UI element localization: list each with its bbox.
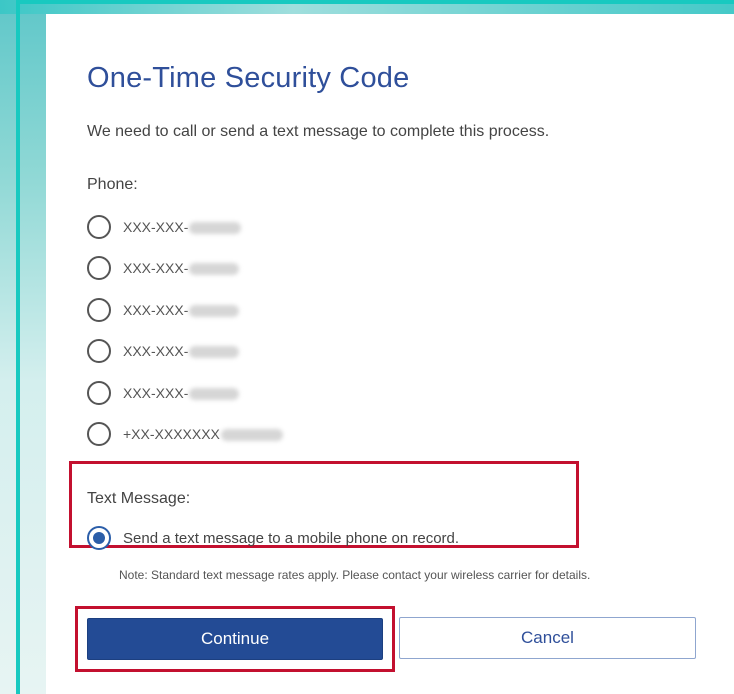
phone-option-5[interactable]: XXX-XXX- — [87, 379, 507, 407]
redacted-digits — [189, 346, 240, 359]
intro-text: We need to call or send a text message t… — [87, 123, 550, 140]
phone-option-label: +XX-XXXXXXX — [123, 426, 283, 442]
phone-section-label: Phone: — [87, 176, 138, 193]
security-code-dialog: One-Time Security Code We need to call o… — [46, 14, 734, 694]
frame-border-top — [16, 0, 734, 4]
radio-button[interactable] — [87, 215, 111, 239]
text-message-option-label: Send a text message to a mobile phone on… — [123, 529, 460, 547]
radio-button[interactable] — [87, 339, 111, 363]
rates-note: Note: Standard text message rates apply.… — [119, 568, 591, 582]
phone-option-label: XXX-XXX- — [123, 219, 242, 235]
continue-button[interactable]: Continue — [87, 618, 383, 660]
phone-option-1[interactable]: XXX-XXX- — [87, 213, 507, 241]
phone-option-3[interactable]: XXX-XXX- — [87, 296, 507, 324]
phone-option-2[interactable]: XXX-XXX- — [87, 254, 507, 282]
background-panel-left — [0, 0, 52, 694]
cancel-button[interactable]: Cancel — [399, 617, 696, 659]
page-title: One-Time Security Code — [87, 62, 410, 94]
phone-option-label: XXX-XXX- — [123, 385, 240, 401]
redacted-digits — [189, 305, 240, 318]
redacted-digits — [189, 263, 240, 276]
phone-option-label: XXX-XXX- — [123, 260, 240, 276]
radio-selected-dot — [93, 532, 105, 544]
frame-border-left — [16, 0, 20, 694]
text-message-option[interactable]: Send a text message to a mobile phone on… — [87, 524, 567, 552]
text-message-section-label: Text Message: — [87, 490, 191, 507]
phone-option-4[interactable]: XXX-XXX- — [87, 337, 507, 365]
radio-button[interactable] — [87, 422, 111, 446]
radio-button[interactable] — [87, 381, 111, 405]
radio-button-selected[interactable] — [87, 526, 111, 550]
phone-option-6[interactable]: +XX-XXXXXXX — [87, 420, 507, 448]
radio-button[interactable] — [87, 298, 111, 322]
phone-option-label: XXX-XXX- — [123, 302, 240, 318]
phone-option-label: XXX-XXX- — [123, 343, 240, 359]
redacted-digits — [189, 388, 240, 401]
redacted-digits — [220, 429, 283, 442]
radio-button[interactable] — [87, 256, 111, 280]
redacted-digits — [189, 222, 242, 235]
